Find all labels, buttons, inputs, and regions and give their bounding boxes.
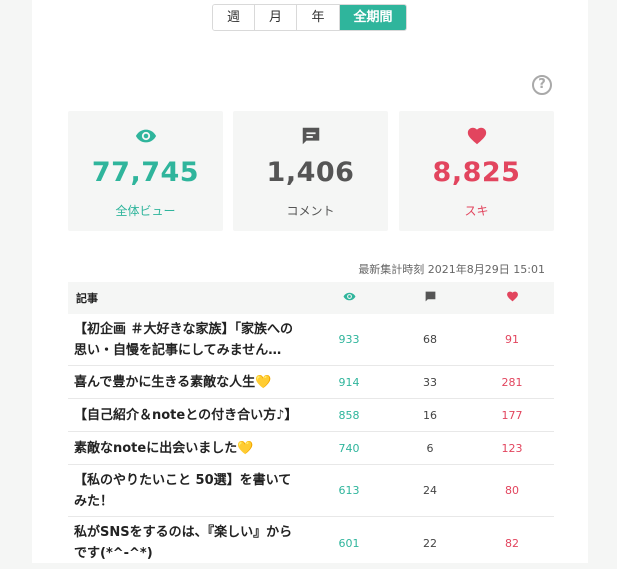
table-row[interactable]: 【初企画 ＃大好きな家族】「家族への思い・自慢を記事にしてみません… 933 6…	[68, 314, 554, 366]
likes-label: スキ	[464, 204, 489, 218]
article-comments: 6	[426, 441, 434, 455]
tab-year[interactable]: 年	[297, 5, 340, 30]
article-views: 601	[338, 536, 360, 550]
heart-icon	[399, 125, 554, 147]
article-comments: 33	[423, 375, 437, 389]
article-likes: 80	[505, 484, 519, 497]
article-title[interactable]: 喜んで豊かに生きる素敵な人生💛	[68, 372, 308, 393]
article-comments: 16	[423, 408, 437, 422]
article-likes: 281	[501, 375, 523, 389]
table-header: 記事	[68, 282, 554, 314]
header-article: 記事	[76, 292, 98, 305]
table-row[interactable]: 喜んで豊かに生きる素敵な人生💛 914 33 281	[68, 366, 554, 399]
period-tabs: 週 月 年 全期間	[212, 4, 407, 31]
article-views: 740	[338, 441, 360, 455]
views-card: 77,745 全体ビュー	[68, 111, 223, 231]
article-title[interactable]: 【初企画 ＃大好きな家族】「家族への思い・自慢を記事にしてみません…	[68, 319, 308, 361]
tab-month[interactable]: 月	[255, 5, 297, 30]
article-comments: 22	[423, 536, 437, 550]
yellow-heart-icon: 💛	[255, 374, 272, 390]
articles-table: 記事 【初企画 ＃大好きな家族】「家族への思い・自慢を記事にしてみません… 93…	[68, 282, 554, 569]
article-views: 914	[338, 375, 360, 389]
article-likes: 82	[505, 536, 519, 550]
likes-count: 8,825	[432, 157, 521, 188]
yellow-heart-icon: 💛	[237, 440, 254, 456]
views-label: 全体ビュー	[115, 204, 176, 218]
table-row[interactable]: 【私のやりたいこと 50選】を書いてみた！ 613 24 80	[68, 465, 554, 517]
article-views: 858	[338, 408, 360, 422]
comments-count: 1,406	[266, 157, 355, 188]
comment-icon	[390, 290, 470, 306]
article-likes: 177	[501, 408, 523, 422]
stats-panel: 週 月 年 全期間 ? 77,745 全体ビュー 1,406 コメント 8,82…	[32, 0, 588, 563]
article-comments: 68	[423, 333, 437, 346]
article-title[interactable]: 【私のやりたいこと 50選】を書いてみた！	[68, 470, 308, 512]
article-title[interactable]: 【自己紹介＆noteとの付き合い方♪】	[68, 405, 308, 426]
heart-icon	[470, 290, 554, 306]
comments-card: 1,406 コメント	[233, 111, 388, 231]
eye-icon	[68, 125, 223, 147]
table-row[interactable]: 私がSNSをするのは、『楽しい』からです(*^-^*) 601 22 82	[68, 517, 554, 569]
tab-all-time[interactable]: 全期間	[340, 5, 406, 30]
likes-card: 8,825 スキ	[399, 111, 554, 231]
article-likes: 91	[505, 333, 519, 346]
article-views: 613	[338, 484, 360, 497]
tab-week[interactable]: 週	[213, 5, 255, 30]
table-row[interactable]: 素敵なnoteに出会いました💛 740 6 123	[68, 432, 554, 465]
table-row[interactable]: 【自己紹介＆noteとの付き合い方♪】 858 16 177	[68, 399, 554, 432]
views-count: 77,745	[91, 157, 200, 188]
article-title[interactable]: 私がSNSをするのは、『楽しい』からです(*^-^*)	[68, 522, 308, 564]
article-title[interactable]: 素敵なnoteに出会いました💛	[68, 438, 308, 459]
last-updated-timestamp: 最新集計時刻 2021年8月29日 15:01	[358, 263, 545, 276]
article-likes: 123	[501, 441, 523, 455]
article-comments: 24	[423, 484, 437, 497]
comments-label: コメント	[286, 204, 335, 218]
article-views: 933	[338, 333, 360, 346]
comment-icon	[233, 125, 388, 147]
eye-icon	[308, 290, 390, 306]
question-circle-icon[interactable]: ?	[532, 75, 552, 95]
